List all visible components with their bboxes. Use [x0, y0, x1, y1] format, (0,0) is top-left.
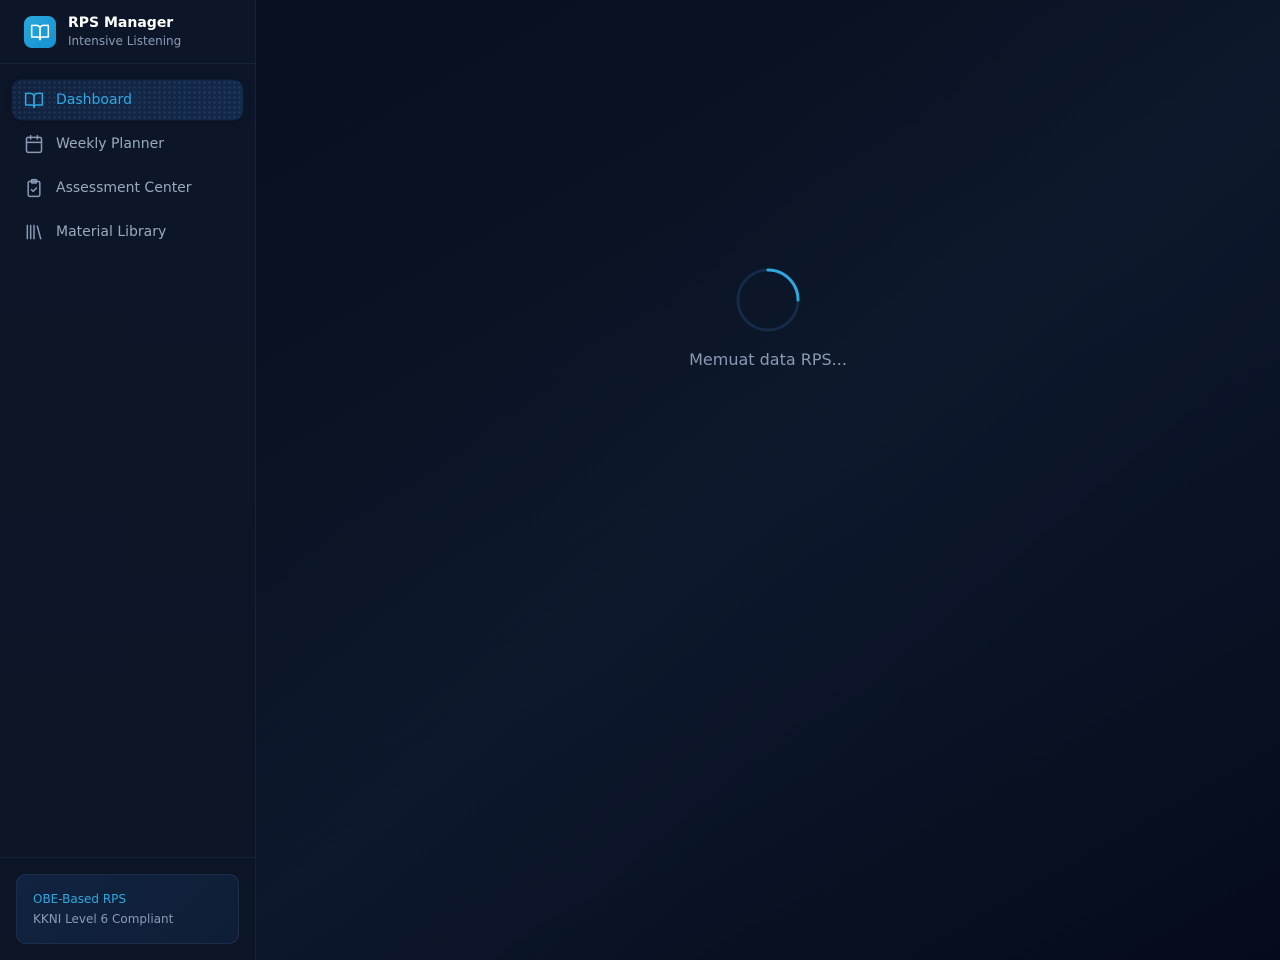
- brand-text: RPS Manager Intensive Listening: [68, 14, 181, 49]
- app-title: RPS Manager: [68, 15, 174, 31]
- sidebar: RPS Manager Intensive Listening Dashboar…: [0, 0, 256, 960]
- sidebar-item-label: Assessment Center: [56, 180, 192, 196]
- compliance-title: OBE-Based RPS: [33, 892, 127, 906]
- main-content: Memuat data RPS...: [256, 0, 1280, 960]
- sidebar-item-dashboard[interactable]: Dashboard: [12, 80, 243, 120]
- compliance-card: OBE-Based RPS KKNI Level 6 Compliant: [16, 874, 239, 944]
- app-subtitle: Intensive Listening: [68, 34, 182, 48]
- sidebar-item-material-library[interactable]: Material Library: [12, 212, 243, 252]
- sidebar-item-assessment-center[interactable]: Assessment Center: [12, 168, 243, 208]
- book-open-icon: [24, 90, 44, 110]
- sidebar-item-label: Dashboard: [56, 92, 132, 108]
- loading-indicator: Memuat data RPS...: [689, 268, 847, 369]
- calendar-icon: [24, 134, 44, 154]
- brand-header: RPS Manager Intensive Listening: [0, 0, 255, 64]
- book-open-icon: [24, 15, 56, 48]
- library-icon: [24, 222, 44, 242]
- sidebar-item-label: Material Library: [56, 224, 167, 240]
- spinner-icon: [736, 268, 800, 332]
- sidebar-item-label: Weekly Planner: [56, 136, 165, 152]
- compliance-subtitle: KKNI Level 6 Compliant: [33, 912, 174, 926]
- clipboard-check-icon: [24, 178, 44, 198]
- sidebar-footer: OBE-Based RPS KKNI Level 6 Compliant: [0, 857, 255, 960]
- sidebar-nav: Dashboard Weekly Planner Assessment Cent…: [0, 64, 255, 268]
- sidebar-item-weekly-planner[interactable]: Weekly Planner: [12, 124, 243, 164]
- app-root: RPS Manager Intensive Listening Dashboar…: [0, 0, 1280, 960]
- loading-text: Memuat data RPS...: [689, 350, 847, 369]
